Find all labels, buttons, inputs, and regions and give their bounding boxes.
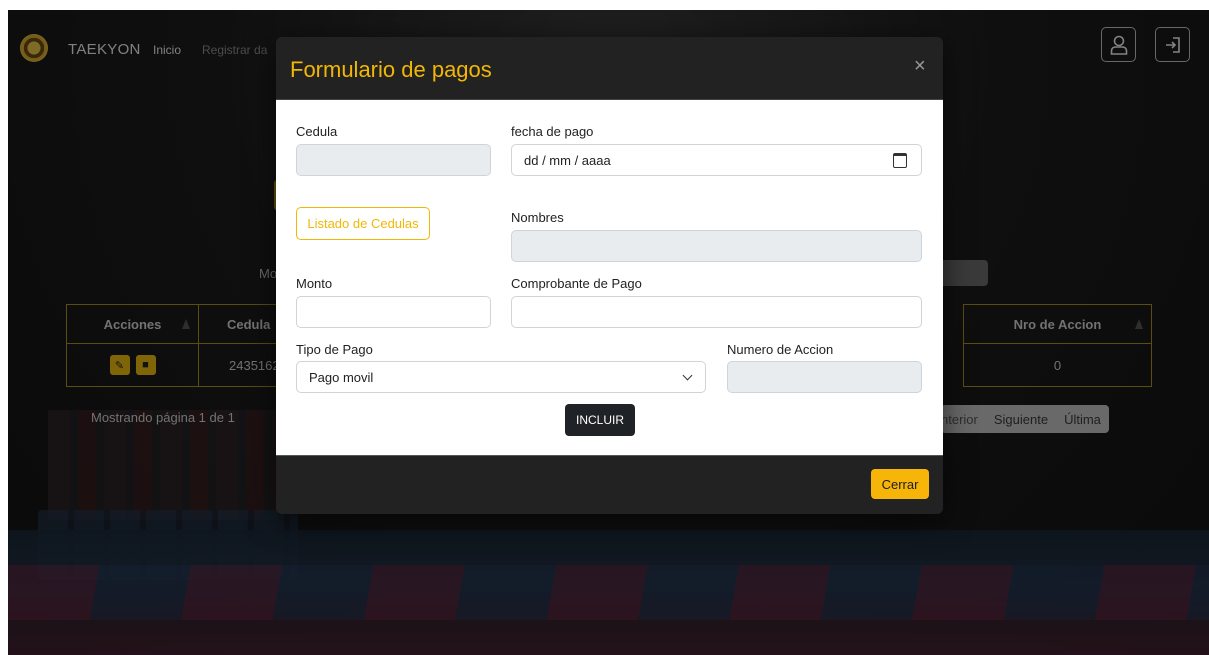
- fecha-pago-placeholder: dd / mm / aaaa: [524, 152, 611, 168]
- tipo-pago-label: Tipo de Pago: [296, 342, 373, 357]
- monto-label: Monto: [296, 276, 333, 291]
- cedula-label: Cedula: [296, 124, 338, 139]
- chevron-down-icon: [682, 370, 693, 381]
- cerrar-button[interactable]: Cerrar: [871, 469, 929, 499]
- fecha-pago-label: fecha de pago: [511, 124, 594, 139]
- modal-header: Formulario de pagos ×: [276, 37, 943, 100]
- tipo-pago-select[interactable]: Pago movil: [296, 361, 706, 393]
- modal-body: Cedula fecha de pago dd / mm / aaaa List…: [276, 100, 943, 455]
- incluir-button[interactable]: INCLUIR: [565, 404, 635, 436]
- numero-accion-label: Numero de Accion: [727, 342, 834, 357]
- modal-footer: Cerrar: [276, 455, 943, 514]
- app-root: TAEKYON Inicio Registrar da Mo Acciones …: [8, 10, 1209, 655]
- comprobante-label: Comprobante de Pago: [511, 276, 642, 291]
- tipo-pago-selected: Pago movil: [309, 369, 374, 385]
- payment-form-modal: Formulario de pagos × Cedula fecha de pa…: [276, 37, 943, 514]
- calendar-icon[interactable]: [893, 153, 907, 168]
- nombres-input[interactable]: [511, 230, 922, 262]
- numero-accion-input[interactable]: [727, 361, 922, 393]
- nombres-label: Nombres: [511, 210, 564, 225]
- comprobante-input[interactable]: [511, 296, 922, 328]
- close-icon[interactable]: ×: [914, 56, 926, 76]
- fecha-pago-input[interactable]: dd / mm / aaaa: [511, 144, 922, 176]
- listado-cedulas-button[interactable]: Listado de Cedulas: [296, 207, 430, 240]
- modal-title: Formulario de pagos: [290, 57, 492, 82]
- monto-input[interactable]: [296, 296, 491, 328]
- cedula-input[interactable]: [296, 144, 491, 176]
